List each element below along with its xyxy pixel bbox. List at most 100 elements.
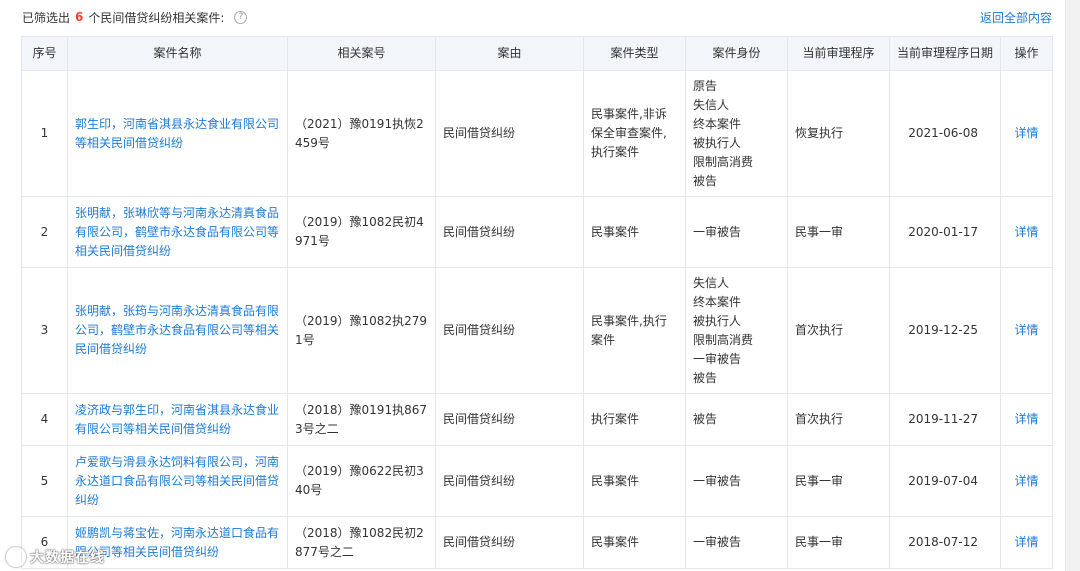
- column-header-case-name: 案件名称: [67, 36, 288, 71]
- row-index: 1: [21, 70, 68, 197]
- case-number: （2021）豫0191执恢2459号: [287, 70, 436, 197]
- watermark-logo-icon: [6, 547, 26, 567]
- current-procedure: 民事一审: [787, 445, 890, 517]
- case-number: （2019）豫1082执2791号: [287, 267, 436, 394]
- case-number: （2018）豫0191执8673号之二: [287, 393, 436, 446]
- details-link[interactable]: 详情: [1014, 535, 1038, 549]
- case-role: 一审被告: [693, 535, 742, 549]
- case-name-link[interactable]: 郭生印，河南省淇县永达食业有限公司等相关民间借贷纠纷: [67, 70, 288, 197]
- column-header-case-type: 案件类型: [583, 36, 686, 71]
- current-procedure: 恢复执行: [787, 70, 890, 197]
- case-name-link[interactable]: 张明献，张琳欣等与河南永达清真食品有限公司，鹤壁市永达食品有限公司等相关民间借贷…: [67, 196, 288, 268]
- details-link[interactable]: 详情: [1014, 225, 1038, 239]
- procedure-date: 2019-12-25: [889, 267, 1001, 394]
- column-header-case-role: 案件身份: [685, 36, 788, 71]
- case-role: 限制高消费: [693, 332, 754, 347]
- case-role: 原告: [693, 78, 718, 93]
- column-header-case-number: 相关案号: [287, 36, 436, 71]
- case-role: 终本案件: [693, 294, 742, 309]
- procedure-date: 2020-01-17: [889, 196, 1001, 268]
- procedure-date: 2019-07-04: [889, 445, 1001, 517]
- case-type: 执行案件: [583, 393, 686, 446]
- action-cell: 详情: [1000, 516, 1053, 569]
- case-type: 民事案件: [583, 196, 686, 268]
- summary-suffix: 个民间借贷纠纷相关案件:: [88, 10, 225, 25]
- case-cause: 民间借贷纠纷: [435, 393, 584, 446]
- case-name-link[interactable]: 凌济政与郭生印，河南省淇县永达食业有限公司等相关民间借贷纠纷: [67, 393, 288, 446]
- table-row: 5 卢爱歌与滑县永达饲料有限公司，河南永达道口食品有限公司等相关民间借贷纠纷 （…: [21, 445, 1053, 517]
- row-index: 2: [21, 196, 68, 268]
- table-header-row: 序号 案件名称 相关案号 案由 案件类型 案件身份 当前审理程序 当前审理程序日…: [21, 36, 1053, 71]
- case-role: 被执行人: [693, 313, 742, 328]
- procedure-date: 2021-06-08: [889, 70, 1001, 197]
- case-cause: 民间借贷纠纷: [435, 70, 584, 197]
- case-cause: 民间借贷纠纷: [435, 196, 584, 268]
- case-roles: 原告 失信人 终本案件 被执行人 限制高消费 被告: [685, 70, 788, 197]
- case-cause: 民间借贷纠纷: [435, 516, 584, 569]
- case-role: 失信人: [693, 275, 730, 290]
- case-type: 民事案件,非诉保全审查案件,执行案件: [583, 70, 686, 197]
- watermark: 大数据在线: [6, 547, 105, 567]
- case-type: 民事案件: [583, 516, 686, 569]
- watermark-text: 大数据在线: [30, 550, 105, 566]
- table-row: 1 郭生印，河南省淇县永达食业有限公司等相关民间借贷纠纷 （2021）豫0191…: [21, 70, 1053, 197]
- table-row: 3 张明献，张筠与河南永达清真食品有限公司，鹤壁市永达食品有限公司等相关民间借贷…: [21, 267, 1053, 394]
- vertical-scrollbar[interactable]: [1065, 0, 1080, 571]
- current-procedure: 首次执行: [787, 393, 890, 446]
- case-role: 一审被告: [693, 473, 742, 488]
- action-cell: 详情: [1000, 267, 1053, 394]
- column-header-procedure: 当前审理程序: [787, 36, 890, 71]
- filter-summary-bar: 已筛选出 6 个民间借贷纠纷相关案件: ? 返回全部内容: [22, 6, 1052, 28]
- row-index: 4: [21, 393, 68, 446]
- case-role: 一审被告: [693, 224, 742, 239]
- case-cause: 民间借贷纠纷: [435, 267, 584, 394]
- details-link[interactable]: 详情: [1014, 323, 1038, 337]
- current-procedure: 首次执行: [787, 267, 890, 394]
- case-role: 限制高消费: [693, 154, 754, 169]
- details-link[interactable]: 详情: [1014, 126, 1038, 140]
- row-index: 5: [21, 445, 68, 517]
- summary-prefix: 已筛选出: [22, 10, 71, 25]
- column-header-action: 操作: [1000, 36, 1053, 71]
- case-roles: 失信人 终本案件 被执行人 限制高消费 一审被告 被告: [685, 267, 788, 394]
- column-header-procedure-date: 当前审理程序日期: [889, 36, 1001, 71]
- case-role: 终本案件: [693, 116, 742, 131]
- case-type: 民事案件: [583, 445, 686, 517]
- case-roles: 一审被告: [685, 196, 788, 268]
- case-role: 被告: [693, 412, 718, 426]
- row-index: 3: [21, 267, 68, 394]
- result-count: 6: [75, 10, 84, 24]
- case-role: 被告: [693, 173, 718, 188]
- action-cell: 详情: [1000, 196, 1053, 268]
- case-name-link[interactable]: 张明献，张筠与河南永达清真食品有限公司，鹤壁市永达食品有限公司等相关民间借贷纠纷: [67, 267, 288, 394]
- details-link[interactable]: 详情: [1014, 412, 1038, 426]
- case-number: （2018）豫1082民初2877号之二: [287, 516, 436, 569]
- details-link[interactable]: 详情: [1014, 474, 1038, 488]
- filter-summary: 已筛选出 6 个民间借贷纠纷相关案件: ?: [22, 9, 248, 26]
- action-cell: 详情: [1000, 393, 1053, 446]
- case-roles: 被告: [685, 393, 788, 446]
- case-name-link[interactable]: 卢爱歌与滑县永达饲料有限公司，河南永达道口食品有限公司等相关民间借贷纠纷: [67, 445, 288, 517]
- case-role: 被执行人: [693, 135, 742, 150]
- case-role: 失信人: [693, 97, 730, 112]
- case-number: （2019）豫0622民初340号: [287, 445, 436, 517]
- column-header-index: 序号: [21, 36, 68, 71]
- table-row: 4 凌济政与郭生印，河南省淇县永达食业有限公司等相关民间借贷纠纷 （2018）豫…: [21, 393, 1053, 446]
- column-header-cause: 案由: [435, 36, 584, 71]
- case-roles: 一审被告: [685, 516, 788, 569]
- case-roles: 一审被告: [685, 445, 788, 517]
- back-to-all-link[interactable]: 返回全部内容: [980, 9, 1052, 26]
- action-cell: 详情: [1000, 445, 1053, 517]
- action-cell: 详情: [1000, 70, 1053, 197]
- table-row: 2 张明献，张琳欣等与河南永达清真食品有限公司，鹤壁市永达食品有限公司等相关民间…: [21, 196, 1053, 268]
- procedure-date: 2018-07-12: [889, 516, 1001, 569]
- procedure-date: 2019-11-27: [889, 393, 1001, 446]
- current-procedure: 民事一审: [787, 196, 890, 268]
- case-type: 民事案件,执行案件: [583, 267, 686, 394]
- case-number: （2019）豫1082民初4971号: [287, 196, 436, 268]
- table-row: 6 姬鹏凯与蒋宝佐，河南永达道口食品有限公司等相关民间借贷纠纷 （2018）豫1…: [21, 516, 1053, 569]
- question-circle-icon[interactable]: ?: [234, 10, 248, 24]
- case-role: 一审被告: [693, 351, 742, 366]
- case-role: 被告: [693, 370, 718, 385]
- current-procedure: 民事一审: [787, 516, 890, 569]
